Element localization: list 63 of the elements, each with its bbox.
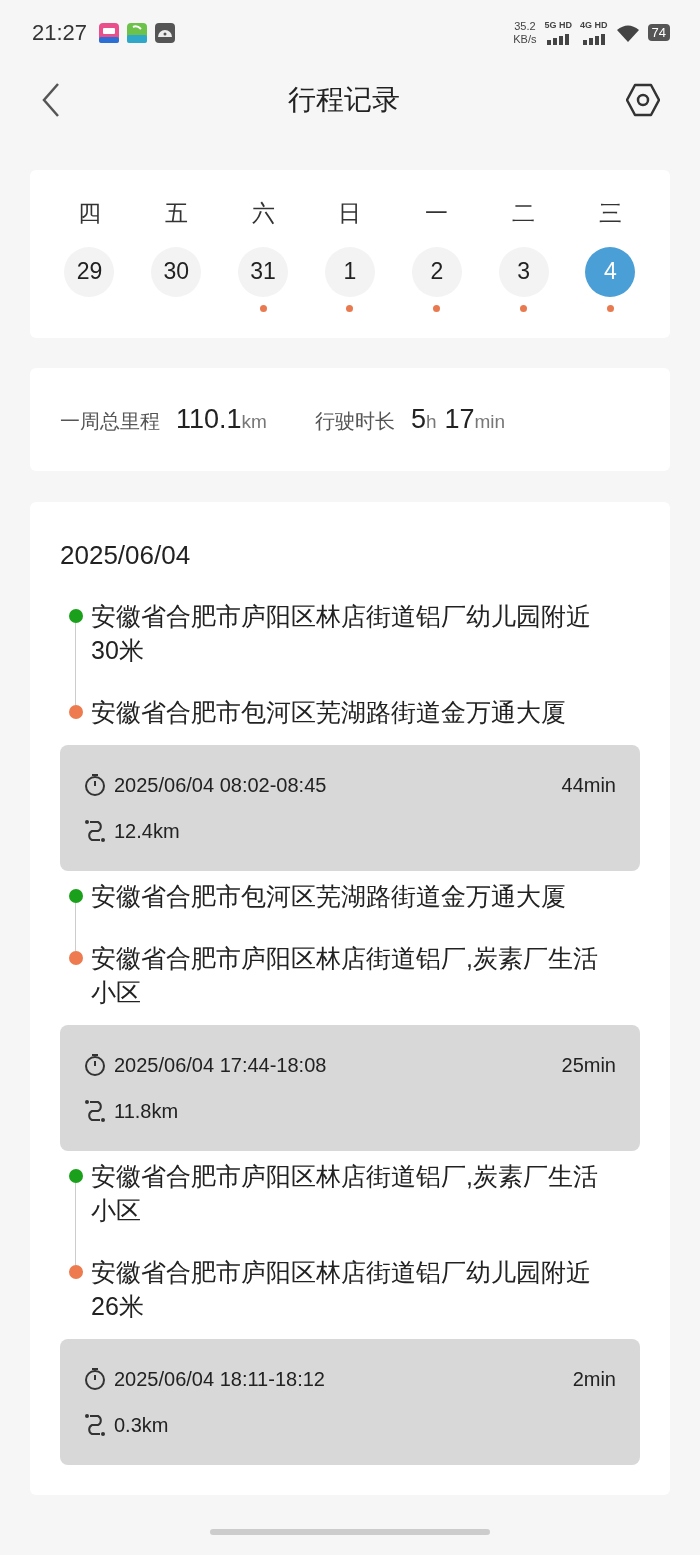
status-time: 21:27 — [32, 19, 88, 47]
end-address: 安徽省合肥市包河区芜湖路街道金万通大厦 — [91, 697, 567, 728]
route-icon — [84, 819, 106, 843]
battery-level: 74 — [647, 23, 670, 42]
trip-time: 2025/06/04 08:02-08:45 — [114, 773, 328, 798]
date-button[interactable]: 1 — [324, 246, 375, 297]
network-label: 4G HD — [580, 20, 608, 30]
route-icon — [84, 1413, 106, 1437]
weekday-label: 六 — [251, 199, 275, 228]
trip-duration: 2min — [572, 1367, 616, 1392]
stopwatch-icon — [84, 773, 106, 797]
summary-label: 行驶时长 — [314, 409, 395, 435]
network-speed: 35.2 — [513, 19, 537, 33]
settings-icon[interactable] — [626, 83, 660, 117]
start-address: 安徽省合肥市庐阳区林店街道铝厂幼儿园附近30米 — [91, 601, 592, 666]
summary-unit: km — [241, 411, 267, 435]
summary-unit: min — [474, 411, 506, 435]
app-icon — [127, 22, 148, 43]
trip-distance: 11.8km — [114, 1099, 179, 1124]
start-point — [68, 609, 83, 623]
app-icon — [155, 22, 176, 43]
trip-duration: 25min — [561, 1053, 616, 1078]
trip-distance: 0.3km — [114, 1413, 169, 1438]
end-address: 安徽省合肥市庐阳区林店街道铝厂,炭素厂生活小区 — [91, 943, 599, 1008]
trip-duration: 44min — [561, 773, 616, 798]
page-title: 行程记录 — [288, 83, 400, 117]
trip-time: 2025/06/04 17:44-18:08 — [114, 1053, 328, 1078]
date-button[interactable]: 31 — [238, 246, 289, 297]
weekday-label: 五 — [164, 199, 188, 228]
date-button[interactable]: 3 — [498, 246, 549, 297]
network-label: 5G HD — [544, 20, 572, 30]
trip-date: 2025/06/04 — [60, 539, 192, 572]
weekday-label: 一 — [425, 199, 449, 228]
date-button[interactable]: 30 — [151, 246, 202, 297]
start-address: 安徽省合肥市庐阳区林店街道铝厂,炭素厂生活小区 — [91, 1161, 599, 1226]
signal-icon — [547, 33, 570, 45]
start-point — [68, 1169, 83, 1183]
end-point — [68, 951, 83, 965]
summary-value: 110.1 — [176, 403, 242, 437]
trip-time: 2025/06/04 18:11-18:12 — [114, 1367, 326, 1392]
weekday-label: 二 — [512, 199, 536, 228]
summary-label: 一周总里程 — [60, 409, 160, 435]
end-point — [68, 1265, 83, 1279]
weekday-label: 日 — [338, 199, 362, 228]
stopwatch-icon — [84, 1053, 106, 1077]
end-point — [68, 705, 83, 719]
stopwatch-icon — [84, 1367, 106, 1391]
summary-unit: h — [425, 410, 437, 435]
date-button[interactable]: 2 — [411, 246, 462, 297]
summary-value: 17 — [444, 403, 475, 437]
back-icon[interactable] — [40, 82, 62, 118]
signal-icon — [582, 33, 605, 45]
start-address: 安徽省合肥市包河区芜湖路街道金万通大厦 — [91, 881, 567, 912]
end-address: 安徽省合肥市庐阳区林店街道铝厂幼儿园附近26米 — [91, 1257, 592, 1322]
route-icon — [84, 1099, 106, 1123]
start-point — [68, 889, 83, 903]
date-button[interactable]: 29 — [64, 246, 115, 297]
app-icon — [99, 22, 120, 43]
weekday-label: 三 — [599, 199, 622, 228]
weekday-label: 四 — [77, 199, 101, 228]
trip-distance: 12.4km — [114, 819, 180, 844]
speed-unit: KB/s — [513, 32, 537, 46]
summary-value: 5 — [410, 403, 426, 437]
